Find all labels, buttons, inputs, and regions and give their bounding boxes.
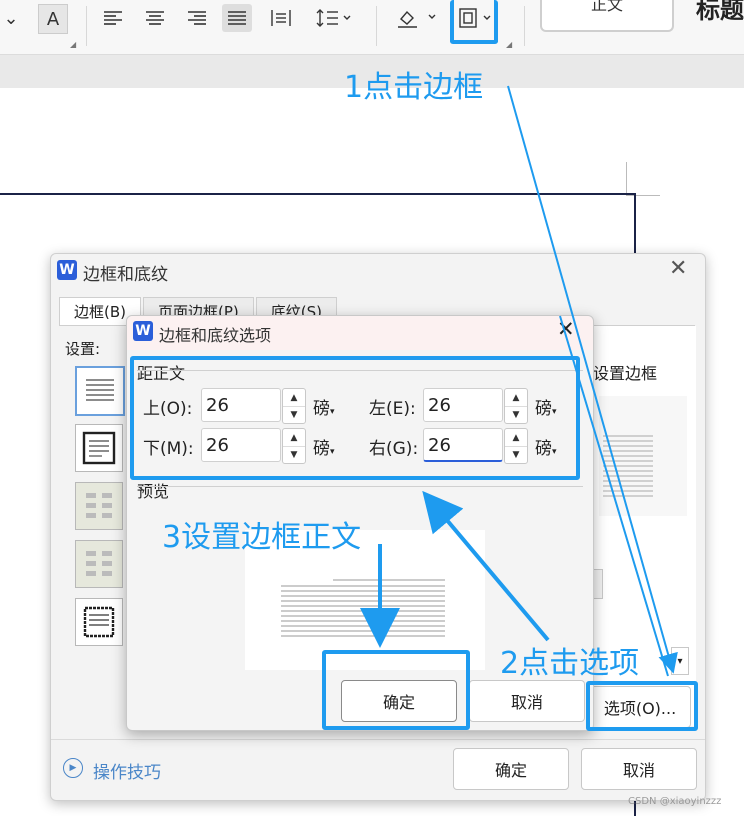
annotation-arrows — [360, 85, 678, 677]
arrow-step1-to-options — [507, 85, 678, 674]
arrow-step2-to-spacing — [422, 490, 550, 642]
watermark: CSDN @xiaoyinzzz — [628, 796, 722, 807]
arrow-step1-continuation — [559, 315, 669, 677]
